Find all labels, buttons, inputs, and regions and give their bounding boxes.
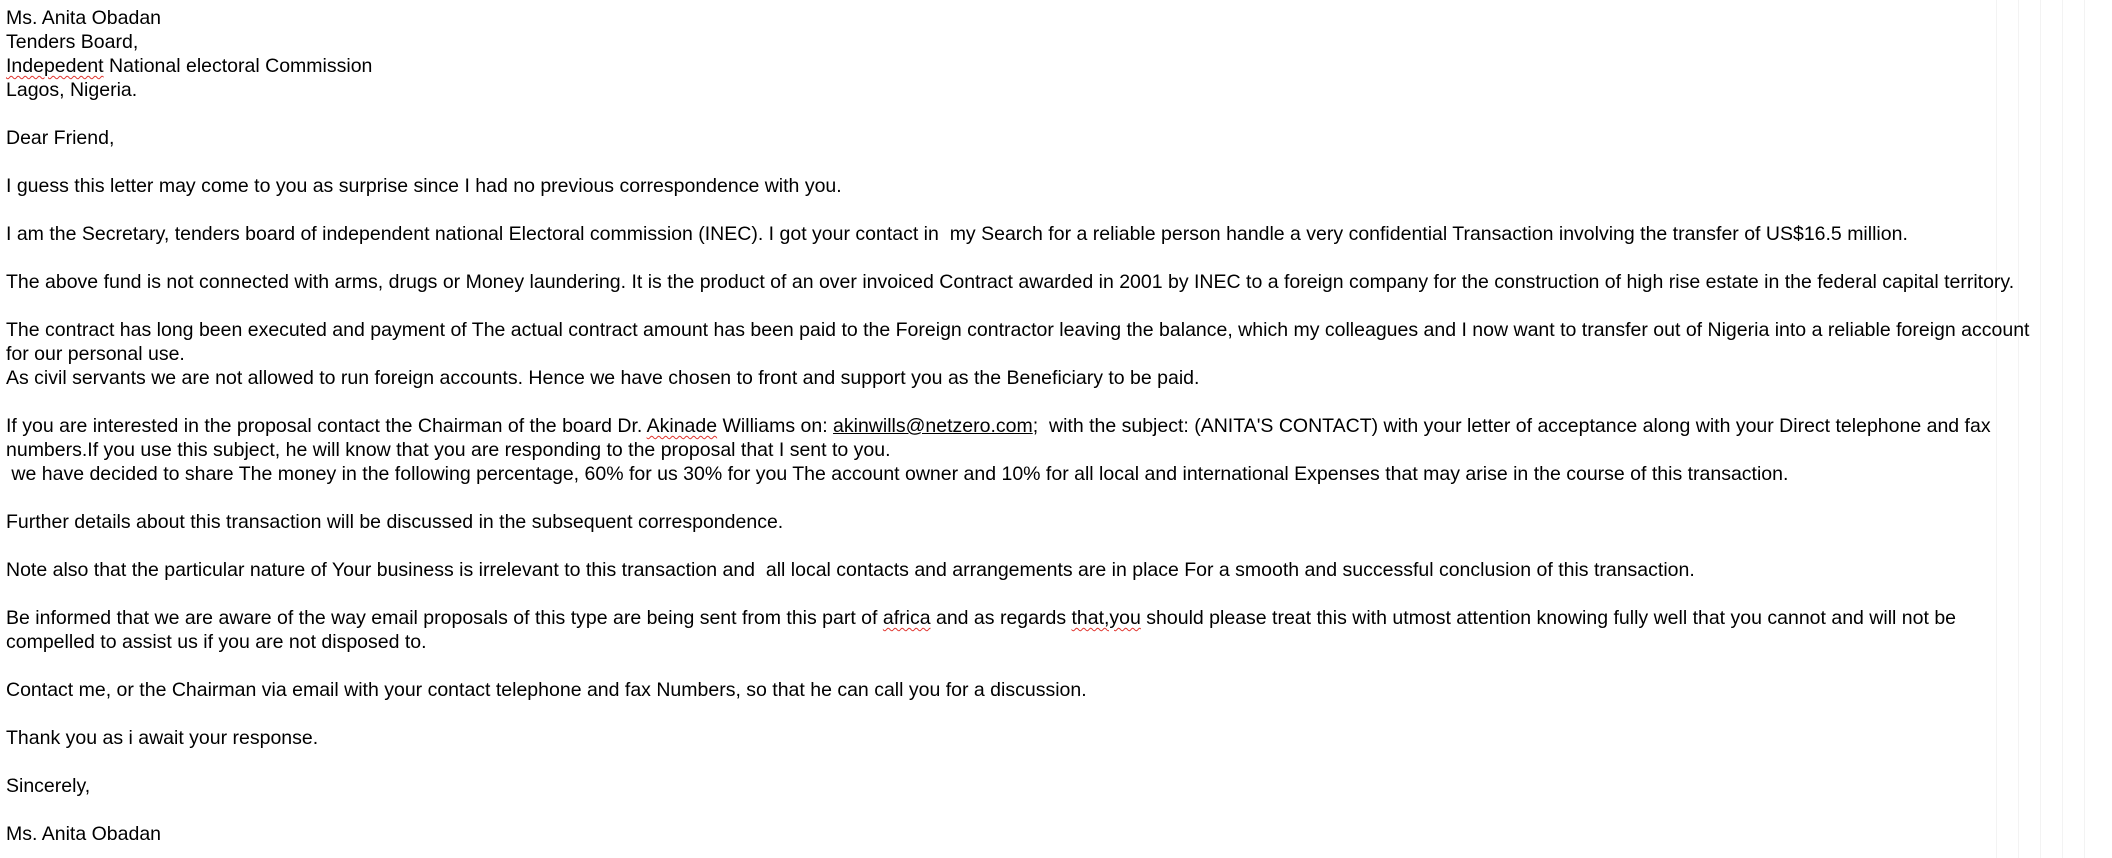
paragraph-share-terms: we have decided to share The money in th… (6, 463, 1789, 485)
signature: Ms. Anita Obadan (6, 823, 162, 845)
paragraph-contact-me: Contact me, or the Chairman via email wi… (6, 679, 1087, 701)
address-block: Ms. Anita Obadan Tenders Board, Indepede… (6, 6, 2106, 102)
informed-text: Be informed that we are aware of the way… (6, 607, 883, 629)
paragraph-fund-origin: The above fund is not connected with arm… (6, 271, 2015, 293)
paragraph-be-informed-line: compelled to assist us if you are not di… (6, 631, 427, 653)
paragraph-chairman-contact-line: numbers.If you use this subject, he will… (6, 439, 891, 461)
paragraph-be-informed: Be informed that we are aware of the way… (6, 606, 2106, 630)
paragraph-chairman-contact: If you are interested in the proposal co… (6, 414, 2106, 438)
sender-city: Lagos, Nigeria. (6, 79, 138, 101)
informed-text: and as regards (930, 607, 1072, 629)
misspelled-word[interactable]: africa (883, 607, 931, 629)
paragraph-business-note: Note also that the particular nature of … (6, 559, 1695, 581)
email-link[interactable]: akinwills@netzero.com (833, 415, 1033, 437)
misspelled-word[interactable]: Indepedent (6, 55, 104, 77)
paragraph-civil-servants: As civil servants we are not allowed to … (6, 367, 1200, 389)
paragraph-thank-you: Thank you as i await your response. (6, 727, 319, 749)
paragraph-contract-line: for our personal use. (6, 343, 185, 365)
misspelled-word[interactable]: that,you (1071, 607, 1140, 629)
letter-body: Ms. Anita Obadan Tenders Board, Indepede… (6, 6, 2106, 846)
paragraph-secretary: I am the Secretary, tenders board of ind… (6, 223, 1908, 245)
sender-organization: Indepedent National electoral Commission (6, 54, 2106, 78)
misspelled-word[interactable]: Akinade (647, 415, 717, 437)
organization-text: National electoral Commission (103, 55, 373, 77)
paragraph-contract-line: The contract has long been executed and … (6, 319, 2030, 341)
closing: Sincerely, (6, 775, 91, 797)
contact-text: Williams on: (717, 415, 834, 437)
paragraph-further-details: Further details about this transaction w… (6, 511, 784, 533)
informed-text: should please treat this with utmost att… (1140, 607, 1957, 629)
contact-text: ; with the subject: (ANITA'S CONTACT) wi… (1032, 415, 1991, 437)
paragraph-intro: I guess this letter may come to you as s… (6, 175, 842, 197)
sender-board: Tenders Board, (6, 31, 139, 53)
greeting: Dear Friend, (6, 127, 115, 149)
contact-text: If you are interested in the proposal co… (6, 415, 647, 437)
sender-name: Ms. Anita Obadan (6, 7, 162, 29)
